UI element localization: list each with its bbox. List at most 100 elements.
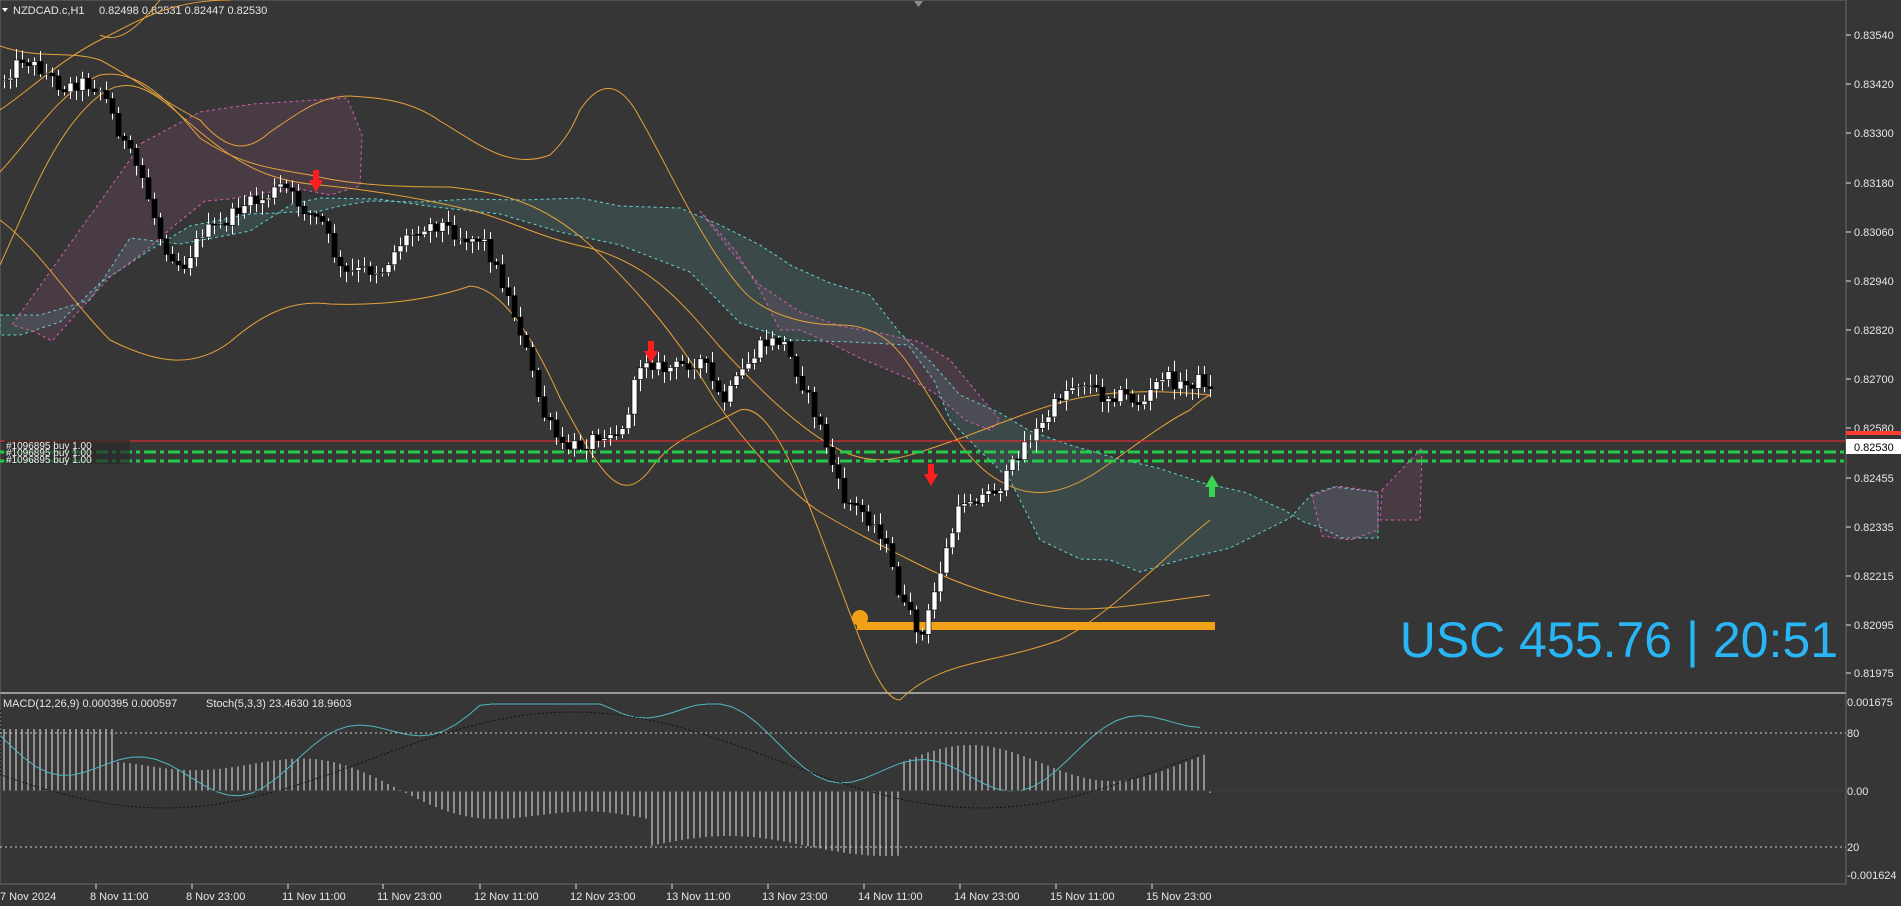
time-axis-label: 11 Nov 11:00 [282, 891, 346, 903]
candle-body [151, 198, 158, 219]
candle-body [709, 362, 716, 382]
candle-body [313, 213, 320, 217]
candle-body [733, 375, 740, 386]
candle-body [907, 601, 914, 611]
candle-body [607, 434, 614, 439]
candle-body [949, 532, 956, 549]
stop-level-line[interactable] [857, 622, 1215, 630]
candle-body [325, 221, 332, 234]
candle-body [811, 391, 818, 418]
candle-body [1207, 386, 1214, 389]
candle-body [697, 358, 704, 370]
candle-body [1135, 402, 1142, 405]
candle-body [967, 501, 974, 505]
chart-svg[interactable]: NZDCAD.c,H1 0.82498 0.82531 0.82447 0.82… [0, 0, 1901, 906]
price-axis-label: 0.83540 [1854, 30, 1894, 42]
candle-body [37, 61, 44, 75]
candle-body [31, 61, 38, 67]
candle-body [1183, 380, 1190, 386]
candle-body [751, 357, 758, 364]
time-axis-label: 15 Nov 23:00 [1146, 891, 1211, 903]
candle-body [805, 389, 812, 393]
time-axis-label: 13 Nov 11:00 [666, 891, 731, 903]
candle-body [415, 233, 422, 236]
candle-body [577, 440, 584, 450]
price-axis-label: 0.82455 [1854, 473, 1894, 485]
candle-body [781, 341, 788, 345]
candle-body [181, 264, 188, 269]
candle-body [535, 370, 542, 398]
candle-body [103, 90, 110, 99]
candle-body [73, 82, 80, 91]
candle-body [55, 75, 62, 90]
symbol-timeframe-label: NZDCAD.c,H1 [13, 5, 85, 17]
candle-body [397, 245, 404, 253]
candle-body [421, 230, 428, 236]
candle-body [223, 222, 230, 226]
kumo-future-bear [1311, 485, 1379, 541]
stop-level-handle[interactable] [852, 610, 868, 626]
candle-body [229, 207, 236, 226]
candle-body [1123, 389, 1130, 395]
candle-body [115, 113, 122, 137]
candle-body [217, 222, 224, 225]
time-axis-label: 12 Nov 11:00 [474, 891, 539, 903]
candle-body [553, 419, 560, 438]
candle-body [703, 358, 710, 363]
candle-body [655, 361, 662, 371]
candle-body [277, 183, 284, 188]
candle-body [583, 448, 590, 451]
candle-body [835, 464, 842, 479]
candle-body [637, 367, 644, 380]
candle-body [49, 72, 56, 77]
candle-body [391, 251, 398, 266]
candle-body [841, 477, 848, 504]
candle-body [481, 239, 488, 242]
indicator-plot-area[interactable] [0, 694, 1846, 884]
candle-body [355, 267, 362, 271]
candle-body [487, 239, 494, 263]
sub-axis-label: 0.00 [1847, 786, 1868, 798]
candle-body [679, 360, 686, 364]
candle-body [1045, 416, 1052, 423]
time-axis-label: 13 Nov 23:00 [762, 891, 827, 903]
time-axis-label: 12 Nov 23:00 [570, 891, 635, 903]
candle-body [1081, 385, 1088, 388]
candle-body [457, 238, 464, 241]
candle-body [205, 223, 212, 238]
candle-body [769, 337, 776, 347]
candle-body [43, 72, 50, 75]
candle-body [985, 490, 992, 495]
candle-body [799, 376, 806, 391]
candle-body [877, 524, 884, 539]
candle-body [1093, 384, 1100, 388]
candle-body [199, 236, 206, 239]
candle-body [235, 207, 242, 214]
candle-body [631, 379, 638, 415]
time-axis-label: 11 Nov 23:00 [377, 891, 442, 903]
candle-body [895, 566, 902, 596]
candle-body [301, 205, 308, 215]
candle-body [997, 490, 1004, 494]
candle-body [901, 594, 908, 603]
candle-body [559, 436, 566, 443]
candle-body [889, 543, 896, 567]
ohlc-readout: 0.82498 0.82531 0.82447 0.82530 [99, 5, 267, 17]
candle-body [121, 135, 128, 141]
candle-body [883, 538, 890, 544]
trading-chart-window: NZDCAD.c,H1 0.82498 0.82531 0.82447 0.82… [0, 0, 1901, 906]
candle-body [1027, 440, 1034, 443]
order-label-group[interactable]: #1096895 buy 1.00 #1096895 buy 1.00 #109… [4, 440, 130, 466]
candle-body [721, 391, 728, 403]
candle-body [691, 368, 698, 371]
candle-body [61, 89, 68, 93]
candle-body [289, 187, 296, 192]
candle-body [913, 609, 920, 633]
candle-body [409, 233, 416, 236]
candle-body [13, 59, 20, 79]
candle-body [817, 416, 824, 425]
candle-body [373, 272, 380, 275]
candle-body [463, 238, 470, 243]
candle-body [283, 183, 290, 189]
candle-body [979, 493, 986, 504]
